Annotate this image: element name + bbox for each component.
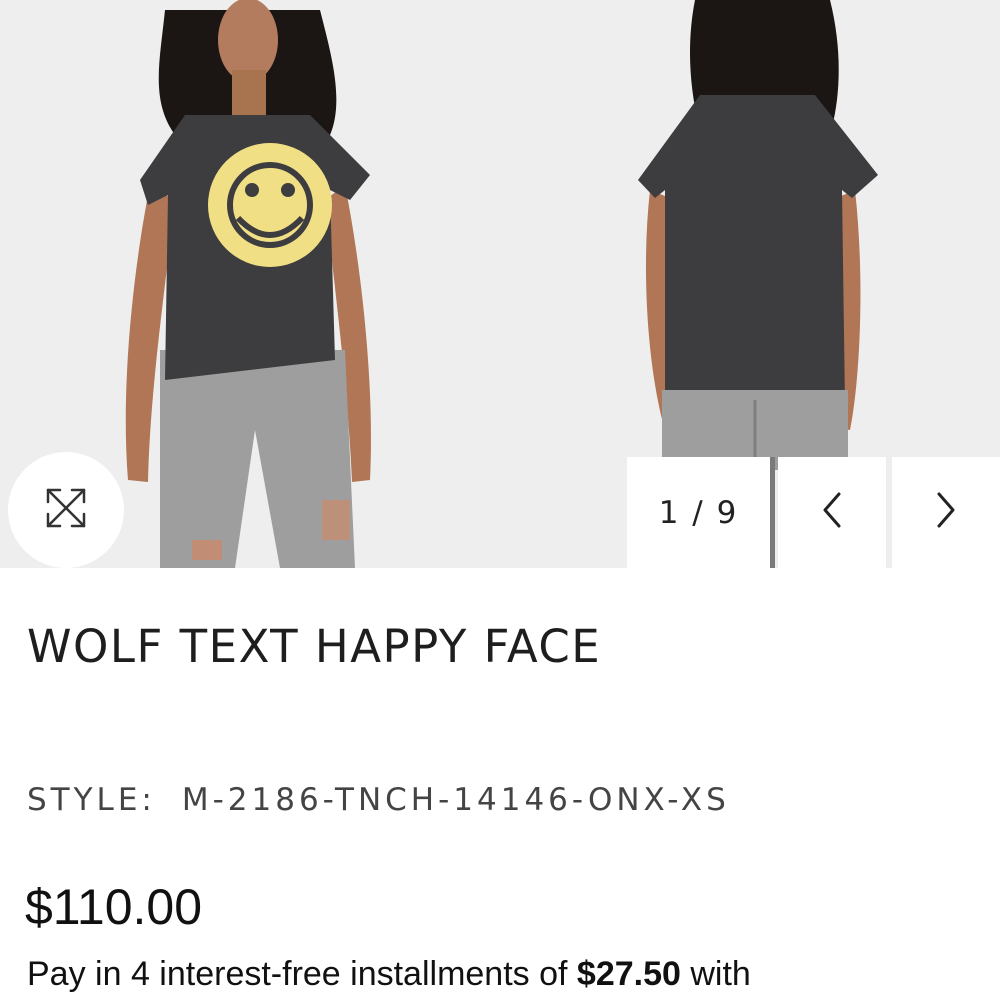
chevron-right-icon [933,490,959,535]
product-image-gallery[interactable]: 1 / 9 [0,0,1000,568]
installments-text: Pay in 4 interest-free installments of $… [27,955,751,994]
product-title: WOLF TEXT HAPPY FACE [27,620,602,673]
pager-divider [770,457,775,568]
style-value: M-2186-TNCH-14146-ONX-XS [181,782,730,818]
style-label: STYLE: [27,782,156,818]
expand-image-button[interactable] [8,452,124,568]
installments-suffix: with [680,955,751,993]
installments-prefix: Pay in 4 interest-free installments of [27,955,577,993]
next-image-button[interactable] [892,457,1000,568]
previous-image-button[interactable] [778,457,886,568]
gallery-pager: 1 / 9 [627,457,1000,568]
chevron-left-icon [819,490,845,535]
expand-arrows-icon [42,484,90,537]
product-style: STYLE: M-2186-TNCH-14146-ONX-XS [27,782,730,818]
installment-amount: $27.50 [576,955,681,993]
product-price: $110.00 [25,879,203,935]
image-counter: 1 / 9 [627,457,770,568]
